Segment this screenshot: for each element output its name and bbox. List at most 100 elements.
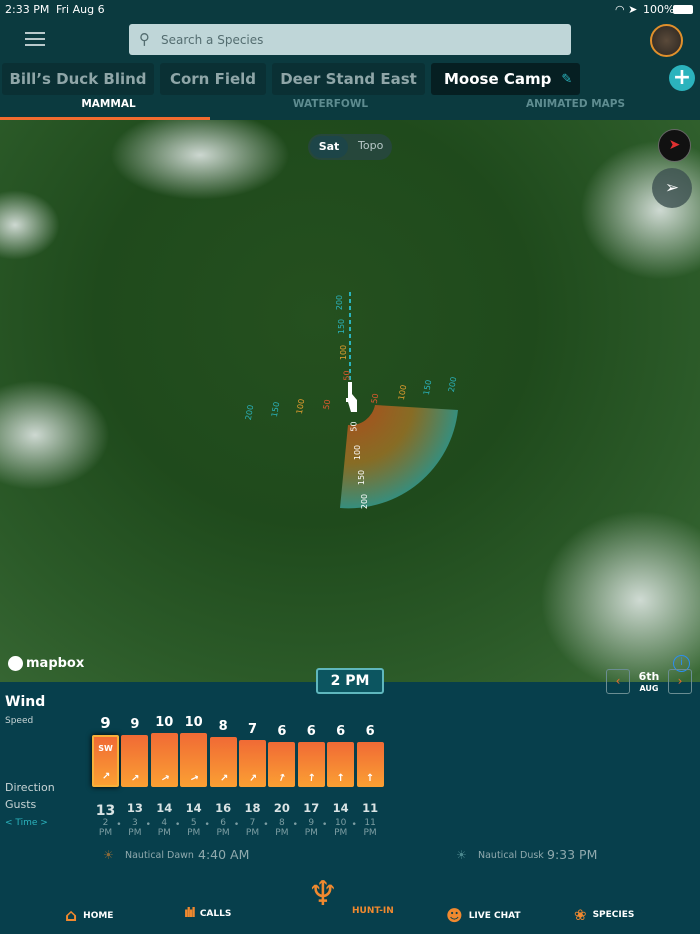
nav-calls[interactable]: ılıl CALLS: [184, 906, 231, 921]
wind-bar[interactable]: ↑: [150, 732, 178, 787]
wind-bar[interactable]: ↑: [180, 732, 208, 787]
time-separator-dot: •: [263, 820, 269, 830]
range-label: 50: [342, 370, 352, 381]
wind-gust-value: 13: [126, 801, 143, 815]
edit-pencil-icon[interactable]: ✎: [561, 72, 572, 87]
location-tab[interactable]: Corn Field: [160, 63, 266, 95]
wind-bar[interactable]: SW ↑: [92, 734, 119, 787]
wind-speed-value: 10: [155, 714, 174, 730]
wind-speed-value: 10: [184, 714, 203, 730]
time-separator-dot: •: [204, 820, 210, 830]
search-input[interactable]: ⚲ Search a Species: [129, 24, 571, 55]
toggle-sat[interactable]: Sat: [310, 136, 348, 158]
wind-speed-value: 6: [306, 724, 316, 740]
next-day-button[interactable]: ›: [668, 669, 692, 694]
hunter-rifle-icon: [346, 382, 357, 412]
range-label: 50: [321, 398, 333, 411]
nav-species[interactable]: ❀ SPECIES: [574, 906, 634, 924]
wind-direction-arrow-icon: ↑: [98, 769, 113, 784]
locate-me-icon[interactable]: ➢: [652, 168, 692, 208]
location-tab[interactable]: Bill’s Duck Blind: [2, 63, 154, 95]
range-label: 150: [337, 318, 347, 335]
selected-time-badge: 2 PM: [316, 668, 384, 694]
satellite-map[interactable]: 200 150 100 50 200 150 100 50 50 100 150…: [0, 120, 700, 682]
wind-bar[interactable]: ↑: [209, 737, 237, 787]
wind-gust-value: 18: [244, 801, 261, 815]
home-icon: ⌂: [65, 906, 78, 926]
paw-icon: ❀: [574, 906, 587, 924]
time-separator-dot: •: [322, 820, 328, 830]
wind-bar[interactable]: ↑: [327, 742, 355, 787]
nav-home[interactable]: ⌂ HOME: [65, 906, 113, 926]
wedge-label: 200: [360, 493, 370, 510]
time-separator-dot: •: [351, 820, 357, 830]
wind-gust-value: 11: [362, 801, 379, 815]
dusk-time: 9:33 PM: [547, 847, 598, 862]
wind-bar[interactable]: ↑: [356, 742, 384, 787]
prev-day-button[interactable]: ‹: [606, 669, 630, 694]
time-separator-dot: •: [175, 820, 181, 830]
dawn-label: Nautical Dawn: [125, 850, 194, 861]
wind-direction-arrow-icon: ↑: [365, 772, 375, 784]
time-separator-dot: •: [233, 820, 240, 830]
range-label: 100: [339, 344, 349, 361]
wifi-location-icon: ◠ ➤: [615, 3, 638, 16]
location-name: Moose Camp: [444, 70, 552, 88]
location-tab[interactable]: Deer Stand East: [272, 63, 425, 95]
battery-icon: [673, 5, 693, 14]
dawn-time: 4:40 AM: [198, 847, 250, 862]
wedge-label: 150: [357, 469, 367, 486]
status-date: Fri Aug 6: [56, 3, 105, 16]
wind-speed-value: 9: [100, 713, 111, 732]
map-style-toggle[interactable]: Sat Topo: [308, 134, 392, 160]
mapbox-logo: mapbox: [8, 656, 84, 671]
tab-mammal[interactable]: MAMMAL: [0, 98, 225, 110]
sunrise-icon: ☀: [103, 848, 114, 862]
menu-icon[interactable]: [25, 32, 45, 46]
wind-gust-value: 16: [215, 801, 232, 815]
wind-bar[interactable]: ↑: [297, 742, 325, 787]
wind-title: Wind: [5, 694, 46, 710]
wind-speed-value: 6: [277, 724, 287, 740]
wind-direction-arrow-icon: ↑: [245, 771, 260, 786]
time-separator-dot: •: [145, 820, 151, 830]
time-scroll-link[interactable]: < Time >: [5, 818, 48, 828]
compass-icon[interactable]: ➤: [658, 129, 691, 162]
wind-gust-value: 20: [273, 801, 290, 815]
headset-icon: ☻: [446, 906, 463, 925]
wind-bar[interactable]: ↑: [121, 734, 149, 787]
wedge-label: 50: [349, 421, 359, 432]
search-placeholder: Search a Species: [161, 32, 264, 47]
wind-direction-arrow-icon: ↑: [127, 771, 142, 786]
wind-direction-arrow-icon: ↑: [276, 771, 288, 786]
wind-direction-arrow-icon: ↑: [336, 772, 345, 784]
wind-speed-value: 6: [336, 724, 346, 740]
wind-bar[interactable]: ↑: [239, 739, 266, 787]
date-day: 6th: [638, 670, 660, 683]
time-separator-dot: •: [116, 820, 122, 830]
dusk-label: Nautical Dusk: [478, 850, 544, 861]
wind-gust-value: 14: [332, 801, 349, 815]
calls-icon: ılıl: [184, 906, 196, 921]
avatar[interactable]: [650, 24, 683, 57]
wind-direction-arrow-icon: ↑: [157, 772, 172, 785]
wind-direction-arrow-icon: ↑: [216, 771, 230, 786]
status-time: 2:33 PM: [5, 3, 50, 16]
tab-waterfowl[interactable]: WATERFOWL: [214, 98, 447, 110]
tab-animated-maps[interactable]: ANIMATED MAPS: [459, 98, 692, 110]
wind-cone-overlay: [340, 292, 458, 509]
add-location-button[interactable]: +: [669, 65, 695, 91]
wind-gust-value: 14: [185, 801, 202, 815]
date-month: AUG: [639, 684, 659, 693]
wind-speed-value: 7: [247, 721, 258, 737]
toggle-topo[interactable]: Topo: [358, 139, 383, 152]
nav-hunt-in[interactable]: ♆ HUNT-IN: [300, 872, 394, 916]
wind-speed-value: 6: [365, 724, 375, 740]
wind-bar[interactable]: ↑: [268, 742, 296, 787]
wind-speed-value: 9: [130, 716, 140, 732]
battery-level: 100%: [643, 3, 675, 16]
wedge-label: 100: [353, 444, 363, 461]
deer-logo-icon: ♆: [307, 874, 339, 914]
location-tab-active[interactable]: Moose Camp ✎: [431, 63, 580, 95]
nav-live-chat[interactable]: ☻ LIVE CHAT: [446, 906, 521, 925]
